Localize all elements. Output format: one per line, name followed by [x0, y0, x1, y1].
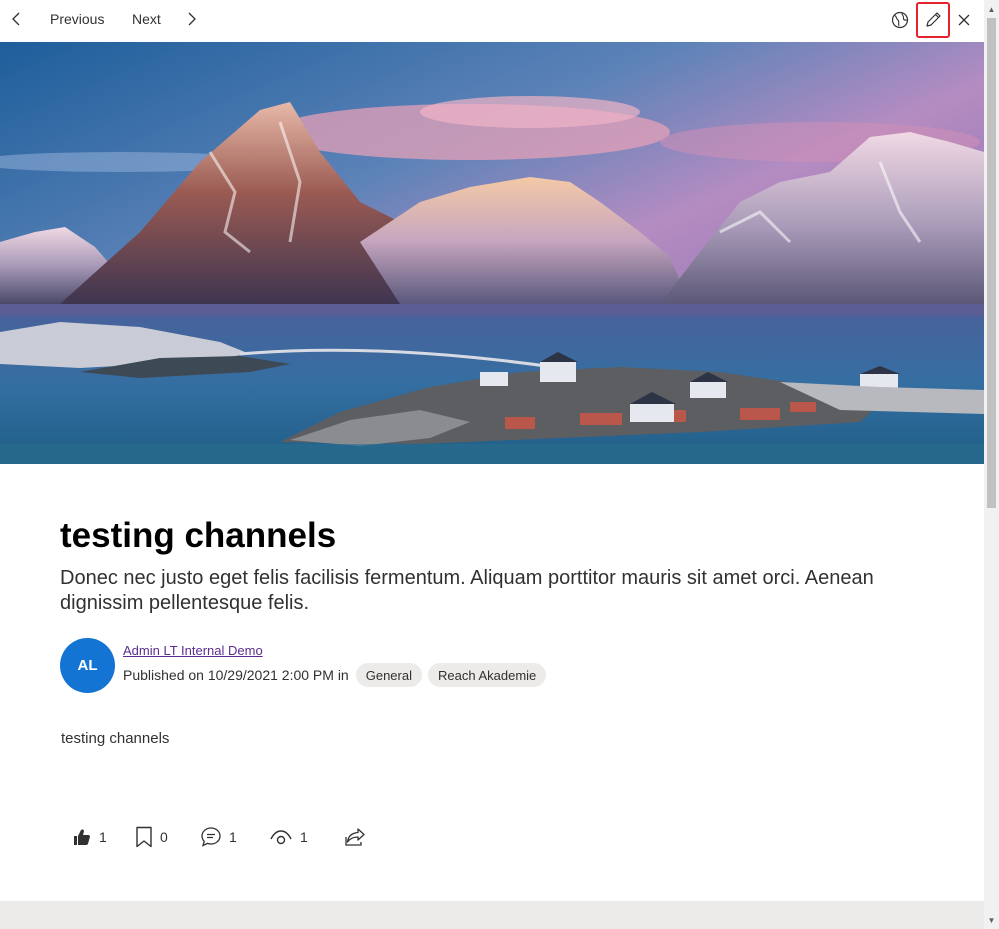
comment-icon: [201, 827, 221, 847]
bookmark-icon: [136, 826, 152, 848]
chevron-left-icon[interactable]: [10, 0, 30, 38]
bookmark-button[interactable]: 0: [135, 826, 200, 848]
channel-chip-general[interactable]: General: [355, 663, 422, 687]
action-bar: 1 0 1 1: [72, 826, 366, 848]
publish-meta: Published on 10/29/2021 2:00 PM in Gener…: [123, 663, 552, 687]
published-date: Published on 10/29/2021 2:00 PM in: [123, 667, 349, 683]
views-indicator: 1: [269, 828, 344, 846]
comment-button[interactable]: 1: [200, 826, 269, 848]
channel-chip-reach-akademie[interactable]: Reach Akademie: [427, 663, 547, 687]
share-icon: [345, 828, 365, 846]
share-button[interactable]: [344, 827, 366, 847]
like-icon: [74, 829, 90, 845]
like-count: 1: [99, 829, 107, 845]
close-icon[interactable]: [950, 6, 978, 34]
author-link[interactable]: Admin LT Internal Demo: [123, 643, 263, 658]
article-body: testing channels: [61, 730, 170, 747]
like-button[interactable]: 1: [72, 827, 135, 847]
scroll-down-icon[interactable]: ▼: [984, 913, 999, 927]
bookmark-count: 0: [160, 829, 168, 845]
footer-band: [0, 901, 984, 929]
eye-icon: [270, 830, 292, 845]
article-title: testing channels: [60, 516, 337, 555]
top-toolbar: Previous Next: [0, 0, 984, 42]
scroll-thumb[interactable]: [987, 18, 996, 508]
article-viewer: Previous Next testing channels Donec nec…: [0, 0, 999, 929]
edit-icon[interactable]: [916, 2, 950, 38]
avatar[interactable]: AL: [60, 638, 115, 693]
views-count: 1: [300, 829, 308, 845]
scroll-up-icon[interactable]: ▲: [984, 2, 999, 16]
next-button[interactable]: Next: [132, 0, 161, 38]
chevron-right-icon[interactable]: [186, 0, 206, 38]
globe-icon[interactable]: [886, 6, 914, 34]
comment-count: 1: [229, 829, 237, 845]
vertical-scrollbar[interactable]: ▲ ▼: [984, 0, 999, 929]
article-subtitle: Donec nec justo eget felis facilisis fer…: [60, 567, 874, 614]
previous-button[interactable]: Previous: [50, 0, 104, 38]
hero-image: [0, 42, 984, 464]
